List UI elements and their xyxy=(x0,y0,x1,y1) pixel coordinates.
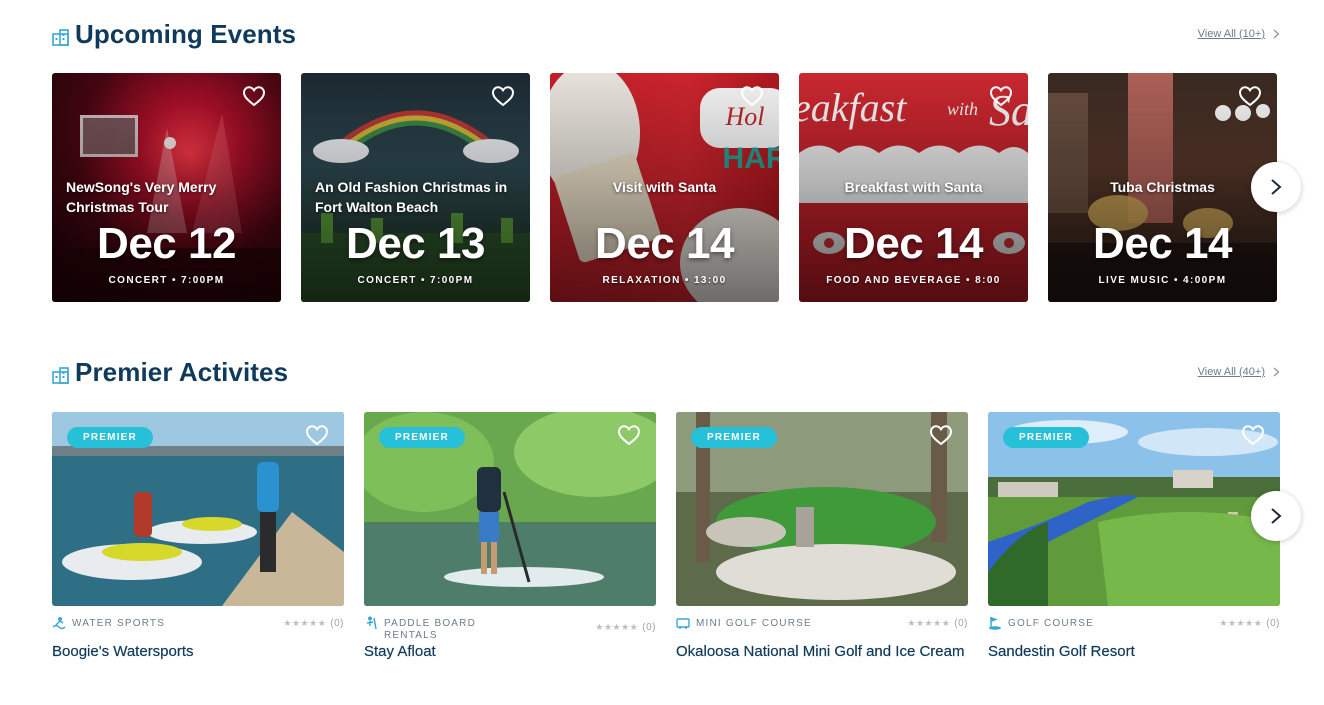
event-title: Visit with Santa xyxy=(612,179,717,195)
paddle-board-icon xyxy=(366,616,377,630)
activities-section-header: Premier Activites View All (40+) xyxy=(52,355,1280,389)
activity-rating: ★★★★★ (0) xyxy=(907,618,968,629)
events-next-button[interactable] xyxy=(1251,162,1301,212)
activity-category: MINI GOLF COURSE xyxy=(696,618,812,629)
event-card[interactable]: eakfast with Sa Breakfast with Santa Dec… xyxy=(799,73,1028,302)
activities-carousel: PREMIER WATER SPORTS ★★★★★ (0) Boogie's … xyxy=(52,412,1280,692)
activity-name[interactable]: Boogie's Watersports xyxy=(52,642,344,662)
event-meta: CONCERT • 7:00PM xyxy=(357,275,474,286)
activity-card[interactable]: PREMIER WATER SPORTS ★★★★★ (0) Boogie's … xyxy=(52,412,344,662)
event-card[interactable]: NewSong's Very Merry Christmas Tour Dec … xyxy=(52,73,281,302)
activity-category: WATER SPORTS xyxy=(72,618,166,629)
events-view-all-label: View All (10+) xyxy=(1197,28,1265,40)
event-title: An Old Fashion Christmas in Fort Walton … xyxy=(315,179,508,215)
activity-name[interactable]: Okaloosa National Mini Golf and Ice Crea… xyxy=(676,642,968,662)
event-card[interactable]: Tuba Christmas Dec 14 LIVE MUSIC • 4:00P… xyxy=(1048,73,1277,302)
activity-rating: ★★★★★ (0) xyxy=(595,622,656,633)
heart-outline-icon[interactable] xyxy=(305,424,329,446)
premier-badge: PREMIER xyxy=(67,427,153,448)
activity-meta: GOLF COURSE ★★★★★ (0) xyxy=(988,617,1280,642)
event-date: Dec 14 xyxy=(595,219,734,268)
premier-badge: PREMIER xyxy=(379,427,465,448)
activity-image[interactable]: PREMIER xyxy=(988,412,1280,606)
premier-badge: PREMIER xyxy=(691,427,777,448)
events-carousel: NewSong's Very Merry Christmas Tour Dec … xyxy=(52,73,1277,302)
activity-rating: ★★★★★ (0) xyxy=(283,618,344,629)
heart-outline-icon[interactable] xyxy=(740,85,764,107)
event-meta: FOOD AND BEVERAGE • 8:00 xyxy=(826,275,1001,286)
golf-course-icon xyxy=(989,617,1001,630)
activity-category: PADDLE BOARD RENTALS xyxy=(384,618,477,641)
activities-view-all-link[interactable]: View All (40+) xyxy=(1198,366,1280,378)
rating-count: (0) xyxy=(330,618,344,629)
rating-count: (0) xyxy=(1266,618,1280,629)
heart-outline-icon[interactable] xyxy=(1238,85,1262,107)
activity-name[interactable]: Stay Afloat xyxy=(364,642,656,662)
activity-meta: WATER SPORTS ★★★★★ (0) xyxy=(52,617,344,642)
event-date: Dec 14 xyxy=(844,219,983,268)
chevron-right-icon xyxy=(1273,29,1280,39)
heart-outline-icon[interactable] xyxy=(491,85,515,107)
star-rating-icon: ★★★★★ xyxy=(595,622,639,632)
events-title-group: Upcoming Events xyxy=(52,19,296,50)
activity-card[interactable]: PREMIER PADDLE BOARD RENTALS ★★★★★ (0) S… xyxy=(364,412,656,662)
activities-title-group: Premier Activites xyxy=(52,357,288,388)
rating-count: (0) xyxy=(954,618,968,629)
building-icon xyxy=(52,366,69,384)
premier-badge: PREMIER xyxy=(1003,427,1089,448)
events-view-all-link[interactable]: View All (10+) xyxy=(1198,28,1280,40)
heart-outline-icon[interactable] xyxy=(617,424,641,446)
event-card[interactable]: An Old Fashion Christmas in Fort Walton … xyxy=(301,73,530,302)
star-rating-icon: ★★★★★ xyxy=(907,618,951,628)
activity-name[interactable]: Sandestin Golf Resort xyxy=(988,642,1280,662)
water-sports-icon xyxy=(52,617,66,630)
event-meta: LIVE MUSIC • 4:00PM xyxy=(1098,275,1227,286)
activity-category: GOLF COURSE xyxy=(1008,618,1094,629)
activity-card[interactable]: PREMIER MINI GOLF COURSE ★★★★★ (0) Okalo… xyxy=(676,412,968,662)
event-card[interactable]: Hol HAR Visit with Santa Dec 14 RELAXATI… xyxy=(550,73,779,302)
heart-outline-icon[interactable] xyxy=(989,85,1013,107)
activities-next-button[interactable] xyxy=(1251,491,1301,541)
activity-card[interactable]: PREMIER GOLF COURSE ★★★★★ (0) Sandestin … xyxy=(988,412,1280,662)
heart-outline-icon[interactable] xyxy=(929,424,953,446)
chevron-right-icon xyxy=(1271,508,1282,524)
event-title: Tuba Christmas xyxy=(1110,179,1215,195)
heart-outline-icon[interactable] xyxy=(1241,424,1265,446)
activity-image[interactable]: PREMIER xyxy=(52,412,344,606)
activity-meta: MINI GOLF COURSE ★★★★★ (0) xyxy=(676,618,968,642)
event-meta: RELAXATION • 13:00 xyxy=(602,275,727,286)
activity-image[interactable]: PREMIER xyxy=(364,412,656,606)
activity-meta: PADDLE BOARD RENTALS ★★★★★ (0) xyxy=(364,616,656,642)
event-title: Breakfast with Santa xyxy=(844,179,983,195)
mini-golf-icon xyxy=(676,618,690,629)
event-date: Dec 13 xyxy=(346,219,485,268)
activities-view-all-label: View All (40+) xyxy=(1197,366,1265,378)
events-section-header: Upcoming Events View All (10+) xyxy=(52,17,1280,51)
activity-rating: ★★★★★ (0) xyxy=(1219,618,1280,629)
heart-outline-icon[interactable] xyxy=(242,85,266,107)
chevron-right-icon xyxy=(1273,367,1280,377)
event-title: NewSong's Very Merry Christmas Tour xyxy=(66,179,217,215)
star-rating-icon: ★★★★★ xyxy=(1219,618,1263,628)
chevron-right-icon xyxy=(1271,179,1282,195)
events-section-title: Upcoming Events xyxy=(75,18,297,49)
building-icon xyxy=(52,28,69,46)
rating-count: (0) xyxy=(642,622,656,633)
activities-section-title: Premier Activites xyxy=(75,356,289,387)
event-meta: CONCERT • 7:00PM xyxy=(108,275,225,286)
activity-image[interactable]: PREMIER xyxy=(676,412,968,606)
star-rating-icon: ★★★★★ xyxy=(283,618,327,628)
event-date: Dec 12 xyxy=(97,219,236,268)
event-date: Dec 14 xyxy=(1093,219,1232,268)
